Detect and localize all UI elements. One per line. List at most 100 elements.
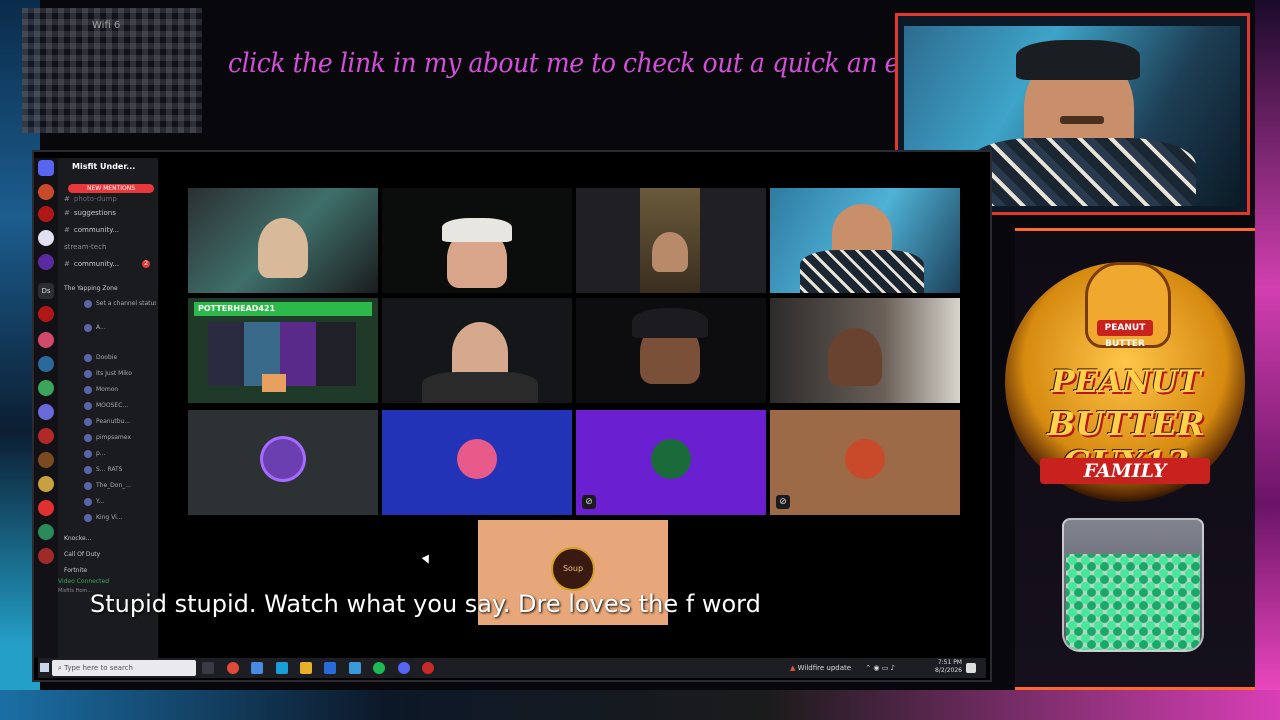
server-icon-1[interactable] [38,184,54,200]
streamer-cap [1016,40,1140,80]
server-icon-3[interactable] [38,230,54,246]
channel-item-community-1[interactable]: # community... [64,223,156,237]
qr-code-image: Wifi 6 [22,8,202,133]
tip-jar-cup [1062,518,1204,652]
logo-line-3: FAMILY [1040,458,1210,484]
participant-cap [442,218,512,242]
search-icon: ⌕ [58,664,62,672]
overlay-right-art [1255,0,1280,720]
participant-shirt [800,250,924,293]
channel-item-suggestions[interactable]: # suggestions [64,206,156,220]
server-icon-9[interactable] [38,404,54,420]
task-view-icon[interactable] [202,662,214,674]
discord-taskbar-icon[interactable] [398,662,410,674]
file-explorer-icon[interactable] [300,662,312,674]
mail-icon[interactable] [349,662,361,674]
channel-hash-icon: # [64,209,70,217]
server-icon-7[interactable] [38,356,54,372]
video-connected-sub: Misfits Hom... [58,588,93,594]
chrome-icon[interactable] [227,662,239,674]
channel-item-stream-tech[interactable]: stream-tech [64,240,156,254]
voice-channel-fortnite[interactable]: Fortnite [64,564,156,578]
overlay-banner-text: click the link in my about me to check o… [228,48,1050,79]
voice-channel-yapping-zone[interactable]: The Yapping Zone [64,282,156,296]
video-tile-6[interactable] [382,298,572,403]
server-icon-8[interactable] [38,380,54,396]
unread-badge: 2 [142,260,150,268]
fire-icon: ▲ [790,664,796,672]
voice-user[interactable]: S... RATS [84,464,156,476]
logo-line-1: PEANUT [1051,364,1201,400]
voice-user[interactable]: King Vi... [84,512,156,524]
tray-icons: ⌃ ◉ ▭ ♪ [865,664,896,672]
server-icon-5[interactable] [38,306,54,322]
participant-shirt [422,372,538,403]
channel-sidebar: Misfit Under... NEW MENTIONS # photo-dump… [58,158,158,658]
server-icon-15[interactable] [38,548,54,564]
edge-icon[interactable] [276,662,288,674]
streamer-shirt [966,138,1196,206]
voice-user[interactable]: Set a channel status [84,298,156,310]
voice-user[interactable]: Y... [84,496,156,508]
notification-icon[interactable] [966,663,976,673]
channel-item-photo-dump[interactable]: # photo-dump [64,192,156,206]
video-tile-11[interactable]: ⊘ [576,410,766,515]
server-icon-11[interactable] [38,452,54,468]
video-tile-3[interactable] [576,188,766,293]
discord-icon[interactable] [38,160,54,176]
mute-icon: ⊘ [582,495,596,509]
channel-hash-icon: # [64,260,70,268]
obs-icon[interactable] [422,662,434,674]
video-tile-8[interactable] [770,298,960,403]
soup-label: Soup [562,564,584,573]
streamer-mustache [1060,116,1104,124]
video-tile-7[interactable] [576,298,766,403]
server-icon-6[interactable] [38,332,54,348]
live-caption: Stupid stupid. Watch what you say. Dre l… [90,590,761,618]
taskbar-clock[interactable]: 7:51 PM 8/2/2026 [926,659,962,675]
participant-avatar [457,438,497,479]
store-icon[interactable] [324,662,336,674]
video-tile-12[interactable]: ⊘ [770,410,960,515]
voice-user[interactable]: MOOSEC... [84,400,156,412]
voice-user[interactable]: Momon [84,384,156,396]
server-icon-10[interactable] [38,428,54,444]
voice-user[interactable]: p... [84,448,156,460]
server-icon-14[interactable] [38,524,54,540]
server-icon-12[interactable] [38,476,54,492]
participant-face [258,218,308,278]
screenshare-banner: POTTERHEAD421 [194,302,372,316]
tray-news[interactable]: ▲ Wildfire update ⌃ ◉ ▭ ♪ [790,661,895,675]
video-tile-4[interactable] [770,188,960,293]
voice-channel-knocke[interactable]: Knocke... [64,532,156,546]
voice-user[interactable]: pimpsamex [84,432,156,444]
server-icon-4[interactable] [38,254,54,270]
participant-avatar [263,438,303,479]
channel-item-community-2[interactable]: # community... 2 [64,257,156,271]
participant-avatar [651,438,691,479]
voice-user[interactable]: The_Don_... [84,480,156,492]
app-icon[interactable] [251,662,263,674]
voice-channel-call-of-duty[interactable]: Call Of Duty [64,548,156,562]
channel-hash-icon: # [64,226,70,234]
video-tile-9[interactable] [188,410,378,515]
voice-user[interactable]: Peanutbu... [84,416,156,428]
voice-user[interactable]: A... [84,322,156,334]
server-name[interactable]: Misfit Under... [72,162,135,171]
voice-user[interactable]: Doobie [84,352,156,364]
windows-start-icon[interactable] [40,663,49,672]
server-icon-2[interactable] [38,206,54,222]
taskbar-search[interactable]: ⌕ Type here to search [52,660,196,676]
server-icon-13[interactable] [38,500,54,516]
video-tile-10[interactable] [382,410,572,515]
channel-hash-icon: # [64,195,70,203]
qr-label: Wifi 6 [92,20,121,31]
video-tile-2[interactable] [382,188,572,293]
video-tile-5-screenshare[interactable]: POTTERHEAD421 [188,298,378,403]
video-tile-1[interactable] [188,188,378,293]
server-icon-ds[interactable]: Ds [38,283,54,299]
voice-user[interactable]: Its Just Miko [84,368,156,380]
spotify-icon[interactable] [373,662,385,674]
logo-jar-label: PEANUT BUTTER [1097,320,1153,349]
mute-icon: ⊘ [776,495,790,509]
